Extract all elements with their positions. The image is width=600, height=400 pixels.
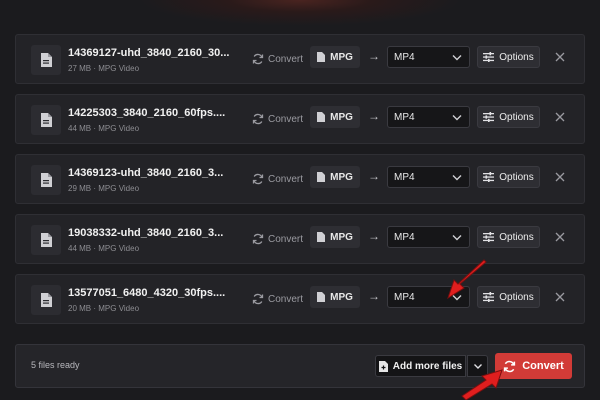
file-row: 19038332-uhd_3840_2160_3... 44 MB · MPG … xyxy=(15,214,585,264)
convert-button[interactable]: Convert xyxy=(252,289,303,309)
annotation-arrow-icon xyxy=(461,369,503,400)
file-icon xyxy=(31,105,61,135)
file-plus-icon xyxy=(378,360,388,372)
source-format-badge: MPG xyxy=(310,106,360,128)
close-icon[interactable] xyxy=(553,230,567,244)
arrow-right-icon: → xyxy=(368,169,380,183)
sliders-icon xyxy=(483,112,495,122)
target-format-select[interactable]: MP4 xyxy=(387,46,470,68)
file-meta: 44 MB · MPG Video xyxy=(68,244,140,253)
refresh-icon xyxy=(252,233,264,245)
file-name: 14369123-uhd_3840_2160_3... xyxy=(68,167,224,179)
file-icon xyxy=(317,52,326,62)
convert-label: Convert xyxy=(268,113,304,125)
add-more-files-button[interactable]: Add more files xyxy=(375,355,466,377)
convert-button[interactable]: Convert xyxy=(252,229,303,249)
file-icon xyxy=(31,285,61,315)
target-format-select[interactable]: MP4 xyxy=(387,106,470,128)
arrow-right-icon: → xyxy=(368,109,380,123)
close-icon[interactable] xyxy=(553,170,567,184)
file-icon xyxy=(31,45,61,75)
files-ready-status: 5 files ready xyxy=(31,360,80,370)
options-button[interactable]: Options xyxy=(477,226,540,248)
convert-button[interactable]: Convert xyxy=(252,109,303,129)
chevron-down-icon xyxy=(452,55,462,61)
close-icon[interactable] xyxy=(553,110,567,124)
close-icon[interactable] xyxy=(553,50,567,64)
convert-label: Convert xyxy=(268,53,304,65)
file-icon xyxy=(31,225,61,255)
options-button[interactable]: Options xyxy=(477,46,540,68)
refresh-icon xyxy=(252,173,264,185)
arrow-right-icon: → xyxy=(368,229,380,243)
file-meta: 44 MB · MPG Video xyxy=(68,124,140,133)
target-format-select[interactable]: MP4 xyxy=(387,226,470,248)
options-button[interactable]: Options xyxy=(477,106,540,128)
file-icon xyxy=(317,232,326,242)
file-name: 14369127-uhd_3840_2160_30... xyxy=(68,47,230,59)
arrow-right-icon: → xyxy=(368,289,380,303)
header-background xyxy=(0,0,600,26)
convert-label: Convert xyxy=(268,293,304,305)
annotation-arrow-icon xyxy=(447,259,487,300)
sliders-icon xyxy=(483,52,495,62)
file-icon xyxy=(317,112,326,122)
file-name: 19038332-uhd_3840_2160_3... xyxy=(68,227,224,239)
source-format-badge: MPG xyxy=(310,286,360,308)
file-meta: 20 MB · MPG Video xyxy=(68,304,140,313)
file-row: 14369127-uhd_3840_2160_30... 27 MB · MPG… xyxy=(15,34,585,84)
target-format-select[interactable]: MP4 xyxy=(387,166,470,188)
close-icon[interactable] xyxy=(553,290,567,304)
convert-label: Convert xyxy=(268,173,304,185)
refresh-icon xyxy=(252,113,264,125)
file-row: 14225303_3840_2160_60fps.... 44 MB · MPG… xyxy=(15,94,585,144)
file-row: 14369123-uhd_3840_2160_3... 29 MB · MPG … xyxy=(15,154,585,204)
source-format-badge: MPG xyxy=(310,226,360,248)
arrow-right-icon: → xyxy=(368,49,380,63)
refresh-icon xyxy=(252,53,264,65)
file-name: 13577051_6480_4320_30fps.... xyxy=(68,287,226,299)
file-name: 14225303_3840_2160_60fps.... xyxy=(68,107,226,119)
convert-label: Convert xyxy=(268,233,304,245)
options-button[interactable]: Options xyxy=(477,166,540,188)
file-icon xyxy=(31,165,61,195)
convert-button[interactable]: Convert xyxy=(252,169,303,189)
file-meta: 29 MB · MPG Video xyxy=(68,184,140,193)
chevron-down-icon xyxy=(452,175,462,181)
file-icon xyxy=(317,292,326,302)
chevron-down-icon xyxy=(452,115,462,121)
file-meta: 27 MB · MPG Video xyxy=(68,64,140,73)
chevron-down-icon xyxy=(452,235,462,241)
sliders-icon xyxy=(483,232,495,242)
file-row: 13577051_6480_4320_30fps.... 20 MB · MPG… xyxy=(15,274,585,324)
refresh-icon xyxy=(252,293,264,305)
sliders-icon xyxy=(483,172,495,182)
convert-button[interactable]: Convert xyxy=(252,49,303,69)
source-format-badge: MPG xyxy=(310,166,360,188)
source-format-badge: MPG xyxy=(310,46,360,68)
file-icon xyxy=(317,172,326,182)
